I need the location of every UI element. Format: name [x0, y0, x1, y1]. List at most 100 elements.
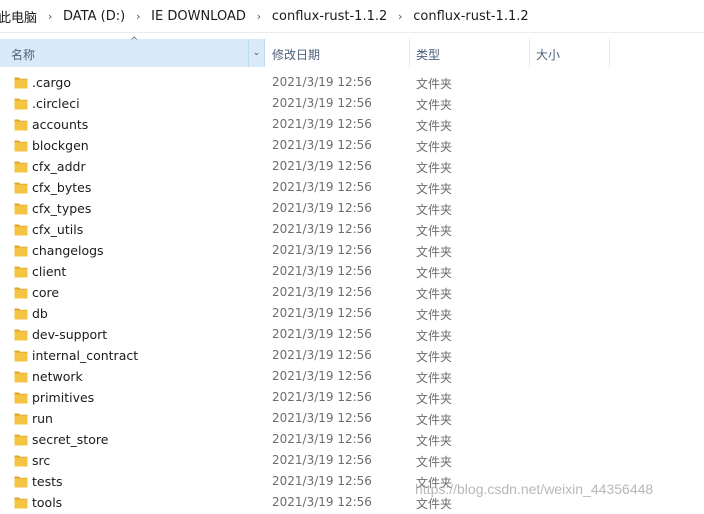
column-header-type[interactable]: 类型 [410, 39, 530, 67]
file-date: 2021/3/19 12:56 [272, 96, 372, 110]
file-date: 2021/3/19 12:56 [272, 306, 372, 320]
folder-icon [14, 76, 28, 89]
file-type: 文件夹 [416, 413, 453, 427]
file-date: 2021/3/19 12:56 [272, 138, 372, 152]
list-item[interactable]: src 2021/3/19 12:56 文件夹 [0, 451, 704, 472]
file-list: .cargo 2021/3/19 12:56 文件夹 .circleci 2021/3/… [0, 73, 704, 514]
folder-icon [14, 307, 28, 320]
file-name[interactable]: .circleci [32, 96, 80, 111]
column-header-size[interactable]: 大小 [530, 39, 610, 67]
column-header-type-label: 类型 [416, 48, 441, 62]
file-type: 文件夹 [416, 266, 453, 280]
file-type: 文件夹 [416, 329, 453, 343]
breadcrumb-item-conflux-parent[interactable]: conflux-rust-1.1.2 [266, 9, 393, 24]
list-item[interactable]: cfx_types 2021/3/19 12:56 文件夹 [0, 199, 704, 220]
file-date: 2021/3/19 12:56 [272, 474, 372, 488]
file-type: 文件夹 [416, 497, 453, 511]
folder-icon [14, 265, 28, 278]
breadcrumb-item-ie-download[interactable]: IE DOWNLOAD [145, 9, 252, 24]
breadcrumb-item-this-pc[interactable]: 此电脑 [0, 7, 43, 26]
list-item[interactable]: core 2021/3/19 12:56 文件夹 [0, 283, 704, 304]
list-item[interactable]: primitives 2021/3/19 12:56 文件夹 [0, 388, 704, 409]
chevron-right-icon[interactable]: › [393, 10, 407, 23]
folder-icon [14, 160, 28, 173]
list-item[interactable]: changelogs 2021/3/19 12:56 文件夹 [0, 241, 704, 262]
list-item[interactable]: dev-support 2021/3/19 12:56 文件夹 [0, 325, 704, 346]
file-type: 文件夹 [416, 140, 453, 154]
list-item[interactable]: blockgen 2021/3/19 12:56 文件夹 [0, 136, 704, 157]
file-type: 文件夹 [416, 434, 453, 448]
column-header-date[interactable]: 修改日期 [265, 39, 410, 67]
folder-icon [14, 433, 28, 446]
file-name[interactable]: tools [32, 495, 62, 510]
folder-icon [14, 496, 28, 509]
chevron-right-icon[interactable]: › [252, 10, 266, 23]
file-type: 文件夹 [416, 119, 453, 133]
file-name[interactable]: core [32, 285, 59, 300]
file-name[interactable]: cfx_types [32, 201, 91, 216]
file-type: 文件夹 [416, 224, 453, 238]
list-item[interactable]: cfx_addr 2021/3/19 12:56 文件夹 [0, 157, 704, 178]
column-header-name[interactable]: 名称 ^ ⌄ [0, 36, 265, 67]
list-item[interactable]: network 2021/3/19 12:56 文件夹 [0, 367, 704, 388]
file-name[interactable]: cfx_utils [32, 222, 83, 237]
file-name[interactable]: secret_store [32, 432, 108, 447]
list-item[interactable]: cfx_utils 2021/3/19 12:56 文件夹 [0, 220, 704, 241]
file-name[interactable]: network [32, 369, 83, 384]
folder-icon [14, 475, 28, 488]
file-name[interactable]: src [32, 453, 50, 468]
file-name[interactable]: primitives [32, 390, 94, 405]
list-item[interactable]: secret_store 2021/3/19 12:56 文件夹 [0, 430, 704, 451]
file-name[interactable]: cfx_addr [32, 159, 86, 174]
folder-icon [14, 370, 28, 383]
list-item[interactable]: .cargo 2021/3/19 12:56 文件夹 [0, 73, 704, 94]
file-date: 2021/3/19 12:56 [272, 159, 372, 173]
file-type: 文件夹 [416, 77, 453, 91]
file-type: 文件夹 [416, 455, 453, 469]
chevron-right-icon[interactable]: › [131, 10, 145, 23]
watermark: https://blog.csdn.net/weixin_44356448 [415, 481, 654, 497]
file-name[interactable]: dev-support [32, 327, 107, 342]
file-type: 文件夹 [416, 98, 453, 112]
folder-icon [14, 202, 28, 215]
list-item[interactable]: run 2021/3/19 12:56 文件夹 [0, 409, 704, 430]
file-type: 文件夹 [416, 308, 453, 322]
file-date: 2021/3/19 12:56 [272, 285, 372, 299]
folder-icon [14, 454, 28, 467]
list-item[interactable]: cfx_bytes 2021/3/19 12:56 文件夹 [0, 178, 704, 199]
list-item[interactable]: .circleci 2021/3/19 12:56 文件夹 [0, 94, 704, 115]
folder-icon [14, 328, 28, 341]
file-date: 2021/3/19 12:56 [272, 243, 372, 257]
list-item[interactable]: internal_contract 2021/3/19 12:56 文件夹 [0, 346, 704, 367]
file-type: 文件夹 [416, 287, 453, 301]
file-name[interactable]: db [32, 306, 48, 321]
chevron-down-icon[interactable]: ⌄ [248, 39, 264, 67]
file-name[interactable]: accounts [32, 117, 88, 132]
list-item[interactable]: db 2021/3/19 12:56 文件夹 [0, 304, 704, 325]
file-name[interactable]: cfx_bytes [32, 180, 91, 195]
chevron-right-icon[interactable]: › [43, 10, 57, 23]
breadcrumb-item-drive[interactable]: DATA (D:) [57, 9, 131, 24]
file-date: 2021/3/19 12:56 [272, 411, 372, 425]
folder-icon [14, 391, 28, 404]
folder-icon [14, 97, 28, 110]
file-name[interactable]: internal_contract [32, 348, 138, 363]
file-date: 2021/3/19 12:56 [272, 348, 372, 362]
file-name[interactable]: client [32, 264, 66, 279]
list-item[interactable]: client 2021/3/19 12:56 文件夹 [0, 262, 704, 283]
column-header-size-label: 大小 [536, 48, 561, 62]
file-name[interactable]: .cargo [32, 75, 71, 90]
folder-icon [14, 244, 28, 257]
file-name[interactable]: changelogs [32, 243, 104, 258]
file-type: 文件夹 [416, 392, 453, 406]
file-type: 文件夹 [416, 371, 453, 385]
folder-icon [14, 139, 28, 152]
file-type: 文件夹 [416, 245, 453, 259]
breadcrumb-item-conflux-current[interactable]: conflux-rust-1.1.2 [407, 9, 534, 24]
file-name[interactable]: blockgen [32, 138, 89, 153]
file-name[interactable]: tests [32, 474, 63, 489]
list-item[interactable]: accounts 2021/3/19 12:56 文件夹 [0, 115, 704, 136]
file-date: 2021/3/19 12:56 [272, 264, 372, 278]
file-name[interactable]: run [32, 411, 53, 426]
column-header-name-label: 名称 [11, 48, 36, 62]
